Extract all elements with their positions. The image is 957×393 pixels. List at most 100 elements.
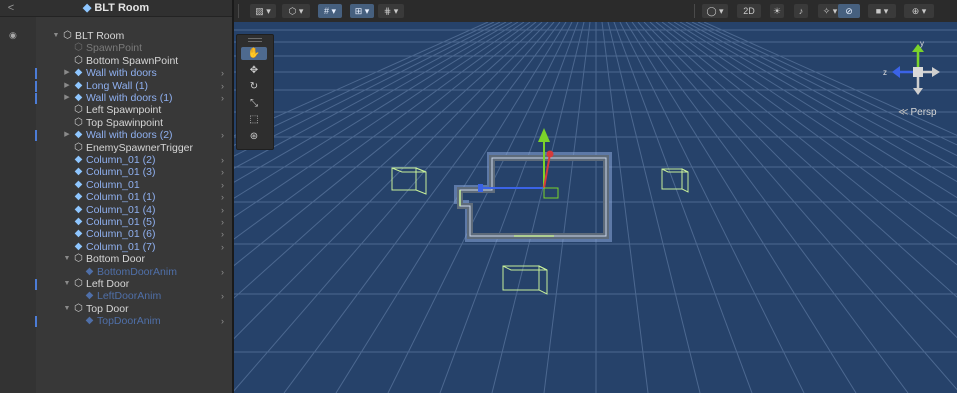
hierarchy-item-label: Wall with doors (1) — [86, 92, 173, 104]
scene-view[interactable]: ▨ ▾ ⬡ ▾ # ▾ ⊞ ▾ ⋕ ▾ ◯ ▾ 2D ☀ ♪ ✧ ▾ ⊘ ■ ▾ ⊕ ▾ ✋ ✥ ↻ ⤡ ⬚ ⊛… — [232, 0, 957, 393]
snap-toggle[interactable]: ⊞ ▾ — [350, 4, 374, 18]
2d-toggle[interactable]: 2D — [737, 4, 761, 18]
open-prefab-chevron-icon[interactable]: › — [221, 129, 224, 141]
open-prefab-chevron-icon[interactable]: › — [221, 290, 224, 302]
collapse-arrow-icon[interactable]: ▼ — [52, 30, 60, 42]
expand-arrow-icon[interactable]: ▶ — [63, 129, 71, 141]
hierarchy-item[interactable]: ⬡ SpawnPoint — [0, 42, 232, 54]
hierarchy-item-label: BLT Room — [75, 30, 125, 42]
draw-mode-dropdown[interactable]: ▨ ▾ — [250, 4, 276, 18]
open-prefab-chevron-icon[interactable]: › — [221, 179, 224, 191]
open-prefab-chevron-icon[interactable]: › — [221, 67, 224, 79]
camera-dropdown[interactable]: ■ ▾ — [868, 4, 896, 18]
hierarchy-item[interactable]: ⬡ Bottom SpawnPoint — [0, 55, 232, 67]
hierarchy-item[interactable]: ◆ Column_01 (6) › — [0, 228, 232, 240]
hierarchy-item[interactable]: ◆ Column_01 (3) › — [0, 166, 232, 178]
hierarchy-item[interactable]: ▼ ⬡ Bottom Door — [0, 253, 232, 265]
hierarchy-item[interactable]: ▶ ◆ Long Wall (1) › — [0, 80, 232, 92]
projection-toggle[interactable]: ≪ Persp — [898, 107, 937, 118]
rotate-tool[interactable]: ↻ — [241, 80, 267, 93]
expand-arrow-icon[interactable]: ▶ — [63, 80, 71, 92]
hierarchy-item[interactable]: ◆ Column_01 (5) › — [0, 216, 232, 228]
transform-tool[interactable]: ⊛ — [241, 130, 267, 143]
scene-grid — [234, 22, 957, 393]
gizmos-dropdown[interactable]: ⊕ ▾ — [904, 4, 934, 18]
open-prefab-chevron-icon[interactable]: › — [221, 80, 224, 92]
shading-dropdown[interactable]: ◯ ▾ — [702, 4, 728, 18]
hierarchy-item[interactable]: ◆ BottomDoorAnim › — [0, 266, 232, 278]
prefab-override-mark — [35, 316, 37, 328]
hierarchy-item-label: Wall with doors — [86, 67, 157, 80]
hierarchy-item[interactable]: ◆ Column_01 (2) › — [0, 154, 232, 166]
hierarchy-item-label: Bottom SpawnPoint — [86, 54, 179, 67]
audio-toggle[interactable]: ♪ — [794, 4, 808, 18]
hierarchy-item[interactable]: ▼ ⬡ Left Door — [0, 278, 232, 290]
hierarchy-item[interactable]: ⬡ EnemySpawnerTrigger — [0, 142, 232, 154]
open-prefab-chevron-icon[interactable]: › — [221, 228, 224, 240]
prefab-stage-title-text: BLT Room — [94, 2, 150, 14]
open-prefab-chevron-icon[interactable]: › — [221, 266, 224, 278]
scale-tool[interactable]: ⤡ — [241, 97, 267, 110]
open-prefab-chevron-icon[interactable]: › — [221, 216, 224, 228]
toolbar-separator — [238, 4, 239, 18]
hierarchy-item[interactable]: ◆ LeftDoorAnim › — [0, 290, 232, 302]
hierarchy-item[interactable]: ◆ Column_01 › — [0, 179, 232, 191]
hierarchy-item-label: Column_01 — [86, 178, 140, 191]
gizmo-y-neg-cone[interactable] — [913, 88, 923, 95]
move-handle-x-cap — [478, 184, 483, 192]
collapse-arrow-icon[interactable]: ▼ — [63, 303, 71, 315]
collapse-arrow-icon[interactable]: ▼ — [63, 278, 71, 290]
hierarchy-item[interactable]: ▶ ◆ Wall with doors (2) › — [0, 129, 232, 142]
hierarchy-item-label: Column_01 (4) — [86, 203, 156, 216]
lighting-toggle[interactable]: ☀ — [770, 4, 784, 18]
open-prefab-chevron-icon[interactable]: › — [221, 166, 224, 178]
move-tool[interactable]: ✥ — [241, 64, 267, 77]
tool-palette: ✋ ✥ ↻ ⤡ ⬚ ⊛ — [236, 34, 274, 150]
gizmo-z-cone[interactable] — [892, 66, 900, 78]
open-prefab-chevron-icon[interactable]: › — [221, 241, 224, 253]
prefab-cube-icon: ◆ — [74, 216, 83, 227]
hierarchy-item[interactable]: ◆ Column_01 (7) › — [0, 241, 232, 253]
palette-grip-icon[interactable] — [248, 38, 262, 42]
hidden-objects-toggle[interactable]: ⊘ — [838, 4, 860, 18]
gizmo-x-neg-cone[interactable] — [932, 67, 940, 77]
gameobject-icon: ⬡ — [74, 253, 83, 265]
hierarchy-item-label: Column_01 (2) — [86, 154, 156, 166]
render-mode-dropdown[interactable]: ⬡ ▾ — [282, 4, 310, 18]
prefab-cube-icon: ◆ — [74, 154, 83, 165]
prefab-cube-icon: ◆ — [85, 265, 94, 277]
hierarchy-item-label: Column_01 (5) — [86, 216, 156, 228]
hand-tool[interactable]: ✋ — [241, 47, 267, 60]
open-prefab-chevron-icon[interactable]: › — [221, 204, 224, 216]
hierarchy-item[interactable]: ◆ TopDoorAnim › — [0, 315, 232, 328]
expand-arrow-icon[interactable]: ▶ — [63, 67, 71, 79]
hierarchy-item-label: EnemySpawnerTrigger — [86, 141, 193, 154]
expand-arrow-icon[interactable]: ▶ — [63, 92, 71, 104]
gameobject-icon: ⬡ — [74, 278, 83, 289]
grid-toggle[interactable]: # ▾ — [318, 4, 342, 18]
open-prefab-chevron-icon[interactable]: › — [221, 92, 224, 104]
open-prefab-chevron-icon[interactable]: › — [221, 315, 224, 327]
hierarchy-item-label: Column_01 (7) — [86, 240, 156, 253]
hierarchy-item[interactable]: ▼ ⬡ BLT Room — [0, 30, 232, 42]
increment-snap[interactable]: ⋕ ▾ — [378, 4, 404, 18]
hierarchy-item[interactable]: ▶ ◆ Wall with doors › — [0, 67, 232, 80]
gameobject-icon: ⬡ — [74, 116, 83, 128]
hierarchy-item[interactable]: ◆ Column_01 (4) › — [0, 204, 232, 216]
open-prefab-chevron-icon[interactable]: › — [221, 191, 224, 203]
hierarchy-item[interactable]: ◆ Column_01 (1) › — [0, 191, 232, 203]
gizmo-center-cube[interactable] — [913, 67, 923, 77]
open-prefab-chevron-icon[interactable]: › — [221, 154, 224, 166]
gameobject-icon: ⬡ — [63, 30, 72, 41]
prefab-cube-icon: ◆ — [74, 129, 83, 141]
hierarchy-item[interactable]: ⬡ Top Spawinpoint — [0, 117, 232, 129]
rect-tool[interactable]: ⬚ — [241, 113, 267, 126]
hierarchy-item-label: Top Door — [86, 302, 129, 315]
hierarchy-item-label: TopDoorAnim — [97, 315, 161, 328]
hierarchy-item[interactable]: ▼ ⬡ Top Door — [0, 303, 232, 315]
hierarchy-item[interactable]: ▶ ◆ Wall with doors (1) › — [0, 92, 232, 104]
collapse-arrow-icon[interactable]: ▼ — [63, 253, 71, 265]
hierarchy-item[interactable]: ⬡ Left Spawnpoint — [0, 104, 232, 116]
orientation-gizmo[interactable]: y z — [880, 38, 950, 108]
prefab-cube-icon: ◆ — [74, 203, 83, 215]
